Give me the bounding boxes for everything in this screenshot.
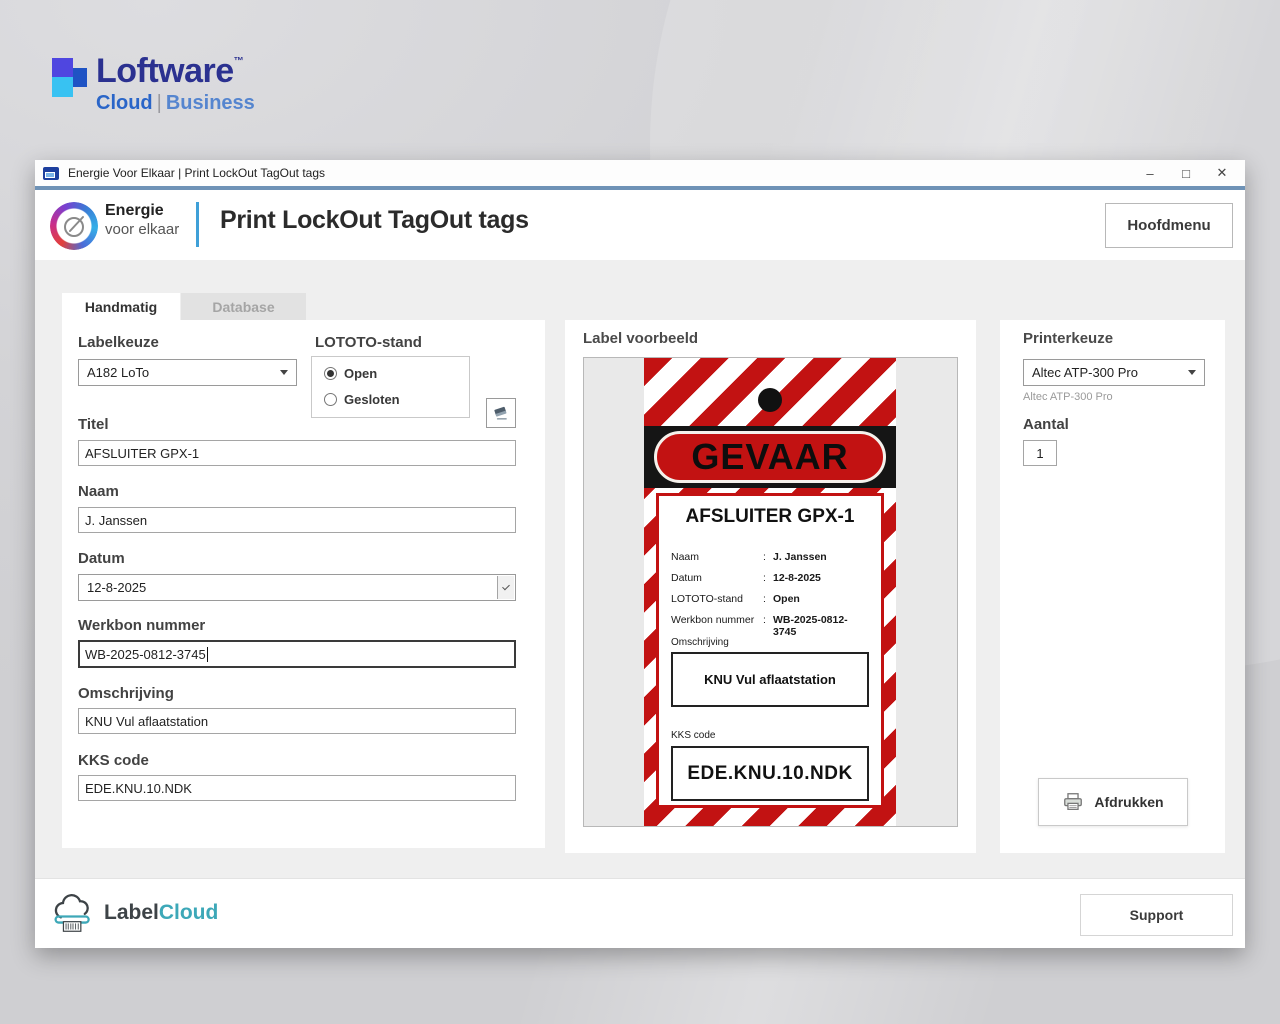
danger-band: GEVAAR: [644, 426, 896, 488]
window-controls: – □ ✕: [1137, 162, 1245, 184]
naam-input[interactable]: [78, 507, 516, 533]
datum-input[interactable]: 12-8-2025: [78, 574, 516, 601]
printer-select[interactable]: Altec ATP-300 Pro: [1023, 359, 1205, 386]
datum-dropdown-button[interactable]: [497, 576, 514, 599]
labelkeuze-label: Labelkeuze: [78, 334, 159, 351]
loftware-subtitle: Cloud|Business: [96, 92, 255, 115]
printerkeuze-label: Printerkeuze: [1023, 330, 1113, 347]
printer-panel: Printerkeuze Altec ATP-300 Pro Altec ATP…: [1000, 320, 1225, 853]
werkbon-input[interactable]: WB-2025-0812-3745: [78, 640, 516, 668]
titel-label: Titel: [78, 416, 109, 433]
app-icon: [43, 167, 59, 180]
text-caret: [207, 647, 208, 662]
tab-handmatig[interactable]: Handmatig: [62, 293, 180, 320]
trademark-symbol: ™: [234, 56, 244, 67]
gauge-icon: [50, 202, 98, 250]
desktop-background: Loftware™ Cloud|Business Energie Voor El…: [0, 0, 1280, 1024]
afdrukken-label: Afdrukken: [1094, 794, 1163, 810]
danger-stadium: GEVAAR: [654, 431, 886, 483]
hoofdmenu-button[interactable]: Hoofdmenu: [1105, 203, 1233, 248]
dropdown-arrow-icon: [1188, 370, 1196, 375]
manual-form-panel: Labelkeuze A182 LoTo LOTOTO-stand Open G…: [62, 320, 545, 848]
lototo-label: LOTOTO-stand: [315, 334, 422, 351]
kks-label: KKS code: [78, 752, 149, 769]
window-title: Energie Voor Elkaar | Print LockOut TagO…: [68, 166, 325, 180]
tag-row-datum: Datum:12-8-2025: [671, 572, 871, 584]
preview-canvas: GEVAAR AFSLUITER GPX-1 Naam:J. Janssen D…: [583, 357, 958, 827]
werkbon-label: Werkbon nummer: [78, 617, 205, 634]
chevron-down-icon: [502, 582, 510, 590]
kks-input[interactable]: [78, 775, 516, 801]
tag-row-werkbon: Werkbon nummer:WB-2025-0812-3745: [671, 614, 871, 638]
naam-label: Naam: [78, 483, 119, 500]
support-button[interactable]: Support: [1080, 894, 1233, 936]
header-divider: [196, 202, 199, 247]
loftware-brand: Loftware™ Cloud|Business: [52, 56, 372, 136]
label-preview-panel: Label voorbeeld GEVAAR AFSLUITER GPX-1: [565, 320, 976, 853]
titel-input[interactable]: [78, 440, 516, 466]
labelcloud-brand: LabelCloud: [50, 893, 218, 933]
tag-kks-box: EDE.KNU.10.NDK: [671, 746, 869, 801]
labelkeuze-select[interactable]: A182 LoTo: [78, 359, 297, 386]
datum-label: Datum: [78, 550, 125, 567]
page-title: Print LockOut TagOut tags: [220, 206, 529, 235]
tag-title: AFSLUITER GPX-1: [659, 506, 881, 528]
close-button[interactable]: ✕: [1209, 162, 1235, 184]
tag-omschrijving-box: KNU Vul aflaatstation: [671, 652, 869, 707]
app-header: Energie voor elkaar Print LockOut TagOut…: [35, 190, 1245, 260]
main-content: Handmatig Database Labelkeuze A182 LoTo …: [35, 260, 1245, 878]
aantal-input[interactable]: [1023, 440, 1057, 466]
labelkeuze-value: A182 LoTo: [87, 365, 149, 380]
omschrijving-input[interactable]: [78, 708, 516, 734]
radio-selected-icon: [324, 367, 337, 380]
clear-form-button[interactable]: [486, 398, 516, 428]
printer-value: Altec ATP-300 Pro: [1032, 365, 1138, 380]
radio-gesloten[interactable]: Gesloten: [324, 392, 400, 407]
afdrukken-button[interactable]: Afdrukken: [1038, 778, 1188, 826]
omschrijving-label: Omschrijving: [78, 685, 174, 702]
tag-kks-label: KKS code: [671, 730, 715, 741]
org-name: Energie: [105, 202, 164, 220]
tab-database[interactable]: Database: [181, 293, 306, 320]
printer-icon: [1062, 791, 1084, 813]
minimize-button[interactable]: –: [1137, 162, 1163, 184]
app-footer: LabelCloud Support: [35, 878, 1245, 948]
eraser-icon: [491, 403, 511, 423]
loftware-logo-icon: [52, 58, 88, 98]
dropdown-arrow-icon: [280, 370, 288, 375]
window-titlebar: Energie Voor Elkaar | Print LockOut TagO…: [35, 160, 1245, 186]
app-window: Energie Voor Elkaar | Print LockOut TagO…: [35, 160, 1245, 948]
loftware-wordmark: Loftware™: [96, 52, 243, 91]
tag-omschrijving-label: Omschrijving: [671, 637, 729, 648]
printer-status-text: Altec ATP-300 Pro: [1023, 391, 1113, 403]
maximize-button[interactable]: □: [1173, 162, 1199, 184]
radio-open[interactable]: Open: [324, 366, 377, 381]
werkbon-value: WB-2025-0812-3745: [85, 647, 206, 662]
labelcloud-wordmark: LabelCloud: [104, 901, 218, 925]
cloud-barcode-icon: [50, 893, 96, 933]
radio-unselected-icon: [324, 393, 337, 406]
org-tagline: voor elkaar: [105, 221, 179, 238]
danger-word: GEVAAR: [691, 436, 848, 478]
preview-title: Label voorbeeld: [583, 330, 698, 347]
tag-card: AFSLUITER GPX-1 Naam:J. Janssen Datum:12…: [656, 493, 884, 808]
tag-row-naam: Naam:J. Janssen: [671, 551, 871, 563]
lototo-radio-group: Open Gesloten: [311, 356, 470, 418]
punch-hole: [758, 388, 782, 412]
aantal-label: Aantal: [1023, 416, 1069, 433]
lockout-tag: GEVAAR AFSLUITER GPX-1 Naam:J. Janssen D…: [644, 358, 896, 826]
tag-row-lototo: LOTOTO-stand:Open: [671, 593, 871, 605]
datum-value: 12-8-2025: [87, 580, 146, 595]
